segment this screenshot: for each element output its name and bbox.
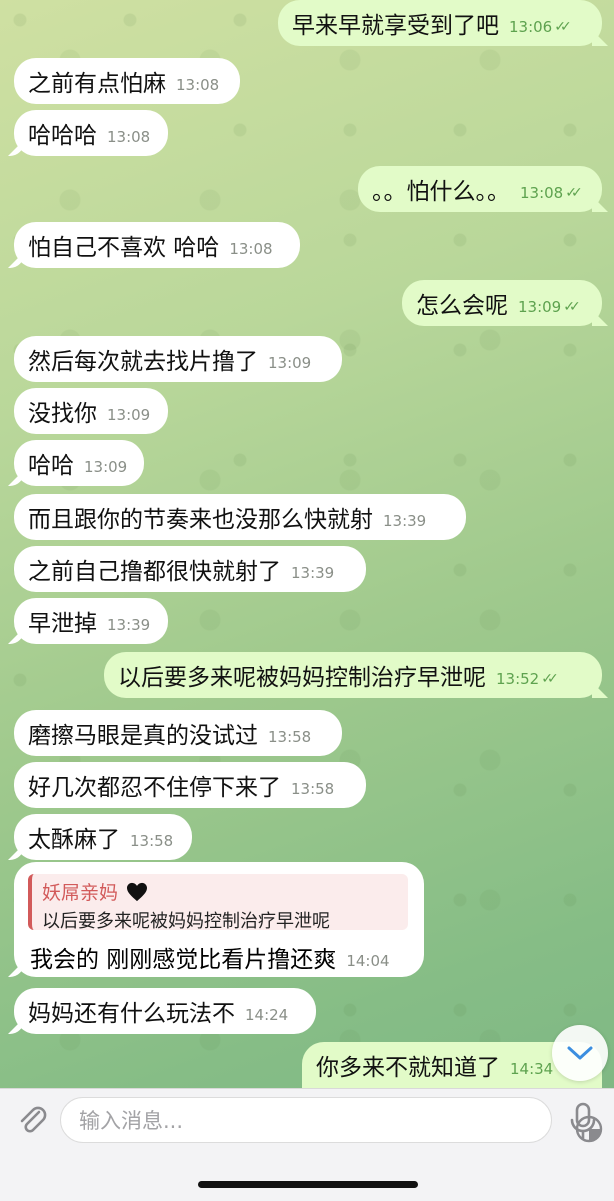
message-outgoing[interactable]: 。。怕什么。。 13:08 ✓✓: [358, 166, 602, 212]
message-incoming[interactable]: 妈妈还有什么玩法不 14:24: [14, 988, 316, 1034]
message-outgoing[interactable]: 怎么会呢 13:09 ✓✓: [402, 280, 602, 326]
read-check-icon: ✓✓: [563, 299, 581, 315]
message-text: 哈哈: [28, 453, 74, 479]
heart-icon: [127, 882, 148, 901]
message-text: 没找你: [28, 401, 97, 427]
message-text: 而且跟你的节奏来也没那么快就射: [28, 507, 373, 533]
quoted-sender-name: 妖屌亲妈: [42, 878, 398, 905]
message-incoming[interactable]: 之前自己撸都很快就射了 13:39: [14, 546, 366, 592]
message-outgoing[interactable]: 早来早就享受到了吧 13:06 ✓✓: [278, 0, 602, 46]
message-time: 13:08: [107, 128, 151, 146]
message-time: 13:08: [229, 240, 273, 258]
message-text: 好几次都忍不住停下来了: [28, 775, 281, 801]
chat-area[interactable]: 早来早就享受到了吧 13:06 ✓✓ 之前有点怕麻 13:08 哈哈哈 13:0…: [0, 0, 614, 1088]
message-time: 13:39: [291, 564, 335, 582]
message-incoming[interactable]: 哈哈 13:09: [14, 440, 144, 486]
message-text: 早泄掉: [28, 611, 97, 637]
message-time: 13:58: [130, 832, 174, 850]
message-incoming[interactable]: 磨擦马眼是真的没试过 13:58: [14, 710, 342, 756]
message-incoming[interactable]: 早泄掉 13:39: [14, 598, 168, 644]
message-text: 早来早就享受到了吧: [292, 13, 499, 39]
message-time: 13:39: [383, 512, 427, 530]
message-incoming[interactable]: 没找你 13:09: [14, 388, 168, 434]
read-check-icon: ✓✓: [565, 185, 583, 201]
message-time: 13:09: [268, 354, 312, 372]
message-time: 13:58: [268, 728, 312, 746]
message-time: 13:09: [107, 406, 151, 424]
message-time: 13:09: [84, 458, 128, 476]
message-incoming[interactable]: 太酥麻了 13:58: [14, 814, 192, 860]
read-check-icon: ✓✓: [541, 671, 559, 687]
message-text: 然后每次就去找片撸了: [28, 349, 258, 375]
message-text: 妈妈还有什么玩法不: [28, 1001, 235, 1027]
reply-message[interactable]: 妖屌亲妈 以后要多来呢被妈妈控制治疗早泄呢 我会的 刚刚感觉比看片撸还爽 14:…: [14, 862, 424, 977]
read-check-icon: ✓✓: [554, 19, 572, 35]
quoted-sender-label: 妖屌亲妈: [42, 882, 119, 904]
quoted-text: 以后要多来呢被妈妈控制治疗早泄呢: [42, 911, 330, 932]
message-text: 我会的 刚刚感觉比看片撸还爽: [30, 947, 337, 973]
message-text: 磨擦马眼是真的没试过: [28, 723, 258, 749]
message-text: 太酥麻了: [28, 827, 120, 853]
message-text: 哈哈哈: [28, 123, 97, 149]
message-time: 13:39: [107, 616, 151, 634]
message-text: 怎么会呢: [416, 293, 508, 319]
reply-body: 我会的 刚刚感觉比看片撸还爽 14:04: [30, 940, 390, 974]
microphone-icon[interactable]: [566, 1101, 600, 1141]
message-incoming[interactable]: 之前有点怕麻 13:08: [14, 58, 240, 104]
message-time: 14:04: [346, 952, 390, 970]
message-text: 之前自己撸都很快就射了: [28, 559, 281, 585]
message-time: 13:52: [496, 670, 540, 688]
message-input[interactable]: 输入消息...: [60, 1097, 603, 1143]
message-time: 13:08: [176, 76, 220, 94]
message-incoming[interactable]: 怕自己不喜欢 哈哈 13:08: [14, 222, 300, 268]
message-incoming[interactable]: 然后每次就去找片撸了 13:09: [14, 336, 342, 382]
message-incoming[interactable]: 好几次都忍不住停下来了 13:58: [14, 762, 366, 808]
home-indicator: [198, 1181, 418, 1188]
message-time: 13:08: [520, 184, 564, 202]
message-time: 13:09: [518, 298, 562, 316]
message-text: 。。怕什么。。: [372, 179, 510, 205]
scroll-down-button[interactable]: [552, 1025, 608, 1081]
paperclip-icon[interactable]: [14, 1101, 50, 1137]
message-outgoing[interactable]: 以后要多来呢被妈妈控制治疗早泄呢 13:52 ✓✓: [104, 652, 602, 698]
message-text: 怕自己不喜欢 哈哈: [28, 235, 220, 261]
input-placeholder: 输入消息...: [79, 1109, 184, 1133]
message-incoming[interactable]: 哈哈哈 13:08: [14, 110, 168, 156]
message-text: 之前有点怕麻: [28, 71, 166, 97]
message-time: 13:06: [509, 18, 553, 36]
chevron-down-icon: [567, 1046, 593, 1060]
quoted-message[interactable]: 妖屌亲妈 以后要多来呢被妈妈控制治疗早泄呢: [28, 874, 408, 932]
message-time: 14:24: [245, 1006, 289, 1024]
message-time: 13:58: [291, 780, 335, 798]
message-incoming[interactable]: 而且跟你的节奏来也没那么快就射 13:39: [14, 494, 466, 540]
message-time: 14:34: [510, 1060, 554, 1078]
message-text: 你多来不就知道了: [316, 1055, 500, 1081]
message-text: 以后要多来呢被妈妈控制治疗早泄呢: [118, 665, 486, 691]
